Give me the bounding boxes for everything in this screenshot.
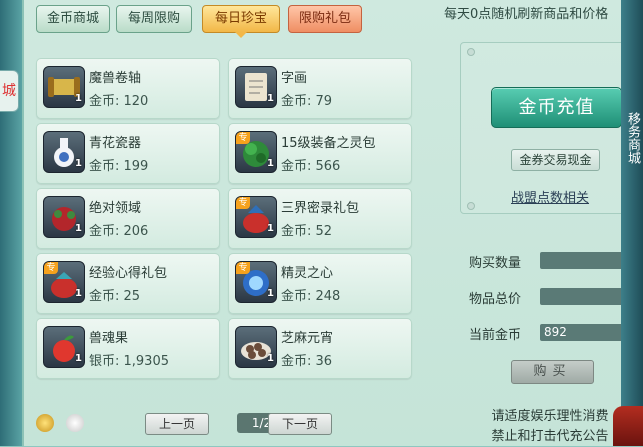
notice-link[interactable]: 禁止和打击代充公告 (480, 427, 620, 447)
item-name: 15级装备之灵包 (281, 136, 376, 151)
item-card[interactable]: 1 青花瓷器 金币: 199 (36, 123, 220, 184)
corner-decoration (613, 406, 643, 446)
magnifier-icon[interactable] (36, 414, 54, 432)
item-card[interactable]: 专 1 15级装备之灵包 金币: 566 (228, 123, 412, 184)
league-points-link[interactable]: 战盟点数相关 (511, 187, 589, 206)
item-name: 三界密录礼包 (281, 201, 360, 216)
circle-icon[interactable] (66, 414, 84, 432)
item-name: 兽魂果 (89, 331, 129, 346)
gold-recharge-button[interactable]: 金币充值 (491, 87, 622, 128)
item-price: 金币: 206 (89, 224, 149, 239)
item-name: 青花瓷器 (89, 136, 142, 151)
refresh-notice: 每天0点随机刷新商品和价格 (444, 7, 609, 22)
item-card[interactable]: 1 兽魂果 银币: 1,9305 (36, 318, 220, 379)
corner-dot (467, 48, 475, 56)
item-price: 金币: 120 (89, 94, 149, 109)
item-name: 经验心得礼包 (89, 266, 168, 281)
right-edge-text: 移务商城 (625, 112, 640, 164)
item-name: 魔兽卷轴 (89, 71, 142, 86)
item-price: 金币: 566 (281, 159, 341, 174)
right-window-edge: 移务商城 (621, 0, 643, 446)
item-price: 金币: 248 (281, 289, 341, 304)
shop-panel: 金币商城 每周限购 每日珍宝 限购礼包 每天0点随机刷新商品和价格 1 魔兽卷轴… (22, 0, 643, 447)
item-price: 金币: 79 (281, 94, 333, 109)
next-page-button[interactable]: 下一页 (268, 413, 332, 435)
item-name: 精灵之心 (281, 266, 334, 281)
item-card[interactable]: 1 魔兽卷轴 金币: 120 (36, 58, 220, 119)
item-card[interactable]: 专 1 三界密录礼包 金币: 52 (228, 188, 412, 249)
item-card[interactable]: 专 1 精灵之心 金币: 248 (228, 253, 412, 314)
left-edge-tab[interactable]: 城 (0, 70, 19, 112)
bottom-notice: 请适度娱乐理性消费 禁止和打击代充公告 (480, 407, 620, 447)
item-card[interactable]: 专 1 经验心得礼包 金币: 25 (36, 253, 220, 314)
special-tag: 专 (44, 262, 58, 274)
voucher-trade-button[interactable]: 金券交易现金 (511, 149, 600, 171)
item-price: 金币: 36 (281, 354, 333, 369)
item-price: 金币: 52 (281, 224, 333, 239)
special-tag: 专 (236, 262, 250, 274)
item-card[interactable]: 1 绝对领域 金币: 206 (36, 188, 220, 249)
tab-gold-shop[interactable]: 金币商城 (36, 5, 110, 33)
item-name: 芝麻元宵 (281, 331, 334, 346)
current-gold-label: 当前金币 (469, 328, 522, 343)
qty-field[interactable] (540, 252, 630, 269)
corner-dot (467, 202, 475, 210)
tab-daily-treasure-label: 每日珍宝 (214, 11, 267, 26)
special-tag: 专 (236, 197, 250, 209)
tab-limited-gift[interactable]: 限购礼包 (288, 5, 362, 33)
item-name: 字画 (281, 71, 308, 86)
special-tag: 专 (236, 132, 250, 144)
item-name: 绝对领域 (89, 201, 142, 216)
tab-weekly-limit[interactable]: 每周限购 (116, 5, 192, 33)
active-tab-arrow (235, 32, 247, 38)
item-price: 银币: 1,9305 (89, 354, 169, 369)
item-card[interactable]: 1 芝麻元宵 金币: 36 (228, 318, 412, 379)
left-window-edge: 城 (0, 0, 22, 446)
notice-line: 请适度娱乐理性消费 (491, 409, 609, 424)
item-card[interactable]: 1 字画 金币: 79 (228, 58, 412, 119)
prev-page-button[interactable]: 上一页 (145, 413, 209, 435)
current-gold-field: 892 (540, 324, 630, 341)
qty-label: 购买数量 (469, 256, 522, 271)
total-field (540, 288, 630, 305)
tab-daily-treasure[interactable]: 每日珍宝 (202, 5, 280, 38)
buy-button[interactable]: 购买 (511, 360, 594, 384)
item-price: 金币: 25 (89, 289, 141, 304)
item-price: 金币: 199 (89, 159, 149, 174)
total-label: 物品总价 (469, 292, 522, 307)
